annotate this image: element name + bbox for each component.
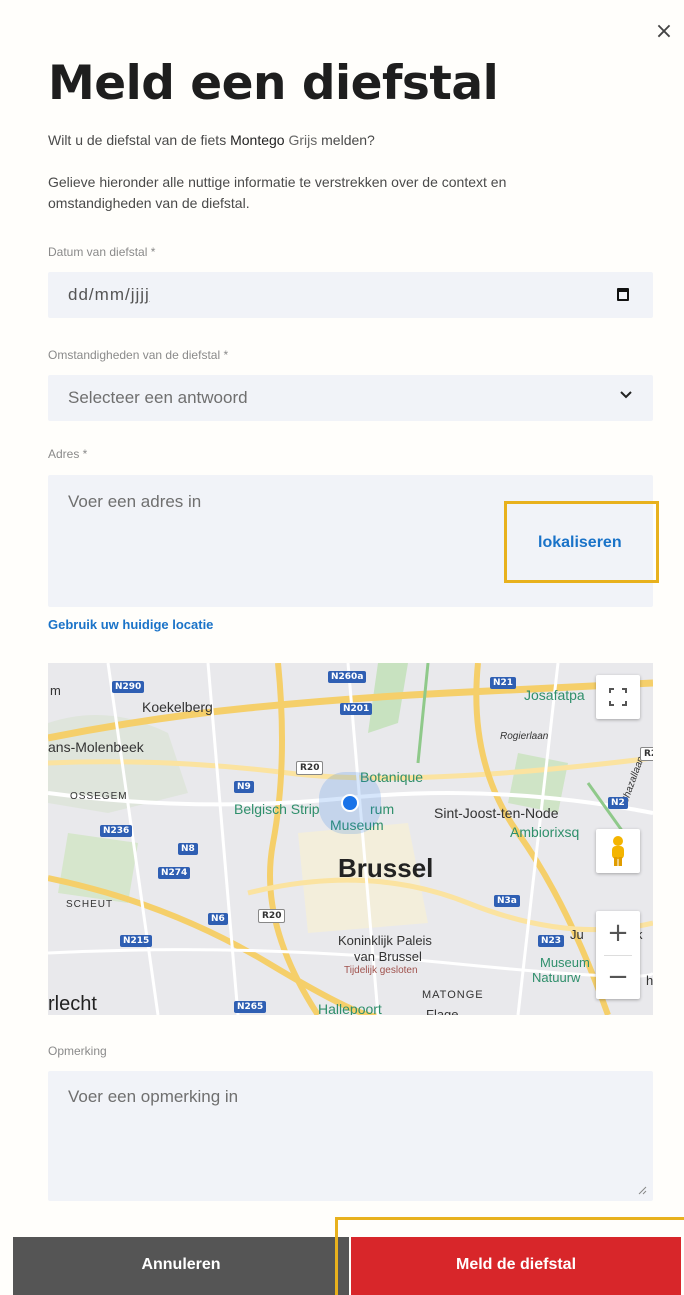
street-view-button[interactable] [596, 829, 640, 873]
road-shield: R20 [258, 909, 286, 923]
road-shield: N23 [538, 935, 565, 947]
map-label: h [646, 973, 653, 988]
road-shield: N8 [178, 843, 198, 855]
date-label: Datum van diefstal * [48, 245, 156, 259]
close-icon[interactable]: × [652, 20, 676, 44]
road-shield: N9 [234, 781, 254, 793]
intro-text: Wilt u de diefstal van de fiets Montego … [48, 132, 375, 148]
zoom-in-button[interactable]: + [596, 911, 640, 955]
road-shield: N21 [490, 677, 517, 689]
chevron-down-icon [619, 385, 633, 406]
date-input[interactable]: dd/mm/jjjj [48, 272, 653, 318]
comment-label: Opmerking [48, 1044, 107, 1058]
map-label: Botanique [360, 769, 424, 785]
road-shield: N274 [158, 867, 191, 879]
map-label: m [50, 683, 61, 698]
cancel-button-label: Annuleren [141, 1256, 221, 1273]
address-placeholder: Voer een adres in [68, 492, 202, 511]
bike-color: Grijs [288, 132, 318, 148]
road-shield: N2 [608, 797, 628, 809]
use-current-location-link[interactable]: Gebruik uw huidige locatie [48, 617, 213, 632]
map-label: Ambiorixsq [510, 824, 580, 840]
map-label: Tijdelijk gesloten [344, 965, 418, 976]
road-shield: N260a [328, 671, 367, 683]
map-label: rlecht [48, 993, 97, 1015]
map-label: Koekelberg [142, 699, 213, 715]
map-label: Sint-Joost-ten-Node [434, 805, 559, 821]
localize-button-label: lokaliseren [538, 534, 622, 551]
map-label: Brussel [338, 853, 434, 883]
current-location-marker [341, 794, 359, 812]
circumstances-select[interactable]: Selecteer een antwoord [48, 375, 653, 421]
address-label: Adres * [48, 447, 88, 461]
report-theft-button-label: Meld de diefstal [455, 1256, 577, 1273]
map-label: ans-Molenbeek [48, 739, 144, 755]
description-text: Gelieve hieronder alle nuttige informati… [48, 174, 507, 211]
page-title: Meld een diefstal [48, 56, 499, 111]
fullscreen-icon [609, 688, 627, 706]
pegman-icon [612, 836, 624, 866]
zoom-controls: + − [596, 911, 640, 999]
road-shield: N265 [234, 1001, 267, 1013]
map-label: OSSEGEM [70, 791, 128, 802]
map[interactable]: m Koekelberg ans-Molenbeek OSSEGEM SCHEU… [48, 663, 653, 1015]
cancel-button[interactable]: Annuleren [13, 1237, 349, 1295]
comment-placeholder: Voer een opmerking in [68, 1087, 239, 1106]
circumstances-selected: Selecteer een antwoord [68, 388, 248, 407]
road-shield: N215 [120, 935, 153, 947]
map-label: Hallepoort [318, 1001, 382, 1015]
fullscreen-button[interactable] [596, 675, 640, 719]
map-label: Ju [570, 927, 584, 942]
road-shield: N6 [208, 913, 228, 925]
zoom-out-button[interactable]: − [596, 955, 640, 999]
map-label: MATONGE [422, 989, 484, 1001]
comment-textarea[interactable]: Voer een opmerking in [48, 1071, 653, 1201]
map-label: Belgisch Strip [234, 801, 320, 817]
calendar-icon[interactable] [617, 288, 629, 301]
road-shield: N290 [112, 681, 145, 693]
report-theft-button[interactable]: Meld de diefstal [351, 1237, 681, 1295]
road-shield: N3a [494, 895, 520, 907]
map-label: Rogierlaan [500, 731, 549, 742]
map-label: Natuurw [532, 970, 581, 985]
bike-model: Montego [230, 132, 285, 148]
date-placeholder: dd/mm/jjjj [68, 285, 150, 304]
resize-handle-icon[interactable] [637, 1185, 647, 1195]
road-shield: N201 [340, 703, 373, 715]
road-shield: R20 [296, 761, 324, 775]
road-shield: R2 [640, 747, 653, 761]
circumstances-label: Omstandigheden van de diefstal * [48, 348, 229, 362]
map-label: Josafatpa [524, 687, 585, 703]
localize-button[interactable]: lokaliseren [504, 501, 659, 583]
map-label: Museum [330, 817, 384, 833]
map-label: van Brussel [354, 949, 422, 964]
road-shield: N236 [100, 825, 133, 837]
map-label: rum [370, 801, 395, 817]
map-label: Museum [540, 955, 590, 970]
map-label: Flage [426, 1007, 459, 1015]
map-label: SCHEUT [66, 899, 114, 910]
map-label: Koninklijk Paleis [338, 933, 432, 948]
